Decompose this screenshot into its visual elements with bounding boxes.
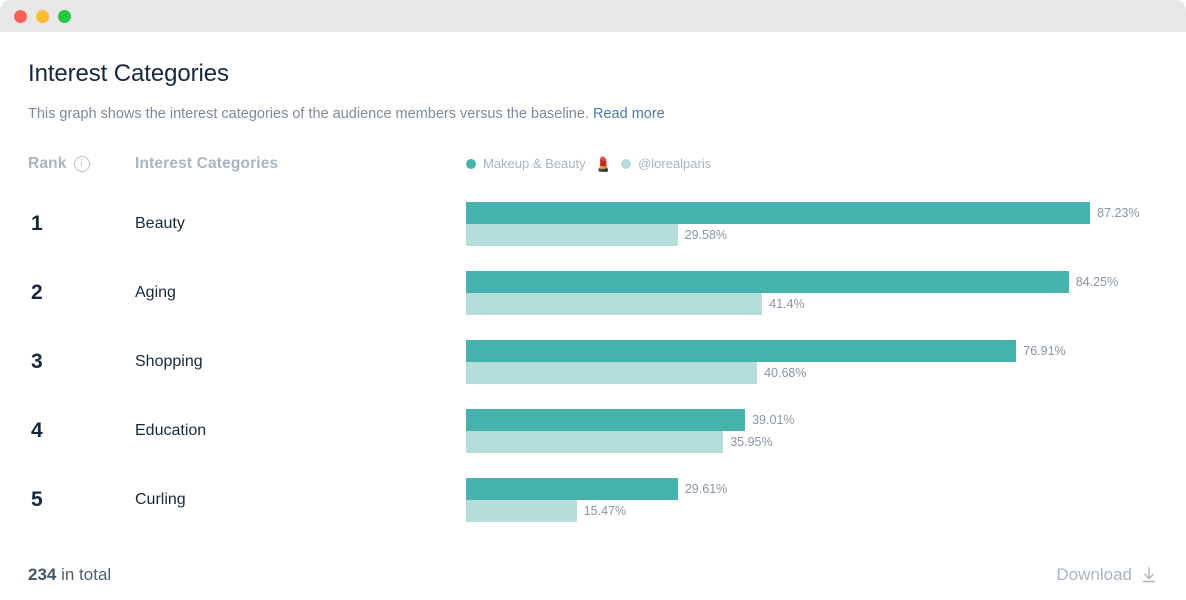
table-row: 3 Shopping 76.91% 40.68% bbox=[28, 328, 1158, 397]
lipstick-icon: 💄 bbox=[594, 155, 613, 172]
download-label: Download bbox=[1056, 565, 1132, 584]
bar-group: 84.25% 41.4% bbox=[466, 271, 1158, 316]
bar-baseline[interactable] bbox=[466, 362, 758, 385]
category-name: Shopping bbox=[135, 353, 203, 371]
category-name: Education bbox=[135, 422, 207, 440]
bar-line-primary: 76.91% bbox=[466, 340, 1158, 363]
legend-swatch-baseline bbox=[621, 158, 632, 169]
window-close-button[interactable] bbox=[14, 9, 27, 23]
total-count-number: 234 bbox=[28, 565, 57, 584]
bar-line-primary: 84.25% bbox=[466, 271, 1158, 294]
legend-item-primary: Makeup & Beauty 💄 bbox=[466, 156, 612, 171]
total-count-suffix: in total bbox=[56, 565, 112, 584]
app-window: Interest Categories This graph shows the… bbox=[0, 0, 1186, 600]
rank-column-label: Rank bbox=[28, 154, 67, 172]
bar-value-label: 87.23% bbox=[1097, 206, 1140, 221]
window-titlebar bbox=[0, 0, 1186, 32]
bar-group: 39.01% 35.95% bbox=[466, 409, 1158, 454]
bar-line-baseline: 41.4% bbox=[466, 293, 1158, 316]
rank-column-header: Rank i bbox=[28, 155, 135, 173]
window-minimize-button[interactable] bbox=[36, 9, 49, 23]
table-row: 4 Education 39.01% 35.95% bbox=[28, 397, 1158, 466]
category-column-header: Interest Categories bbox=[135, 155, 466, 173]
info-icon[interactable]: i bbox=[73, 155, 90, 172]
category-name: Beauty bbox=[135, 215, 185, 233]
bar-value-label: 84.25% bbox=[1075, 275, 1119, 290]
bar-line-primary: 39.01% bbox=[466, 409, 1158, 432]
bar-line-primary: 87.23% bbox=[466, 202, 1158, 225]
bar-baseline[interactable] bbox=[466, 293, 763, 316]
bar-value-label: 29.58% bbox=[684, 228, 728, 243]
page-subtitle: This graph shows the interest categories… bbox=[28, 89, 1158, 124]
interest-rows: 1 Beauty 87.23% 29.58% 2 Aging 84.25% 41.4% 3 Sho… bbox=[28, 190, 1158, 535]
bar-line-baseline: 29.58% bbox=[466, 224, 1158, 247]
category-name: Curling bbox=[135, 491, 186, 509]
legend-label-primary: Makeup & Beauty bbox=[483, 156, 586, 172]
bar-value-label: 41.4% bbox=[769, 297, 805, 312]
bar-primary[interactable] bbox=[466, 202, 1091, 225]
bar-value-label: 40.68% bbox=[764, 366, 807, 381]
rank-value: 2 bbox=[31, 281, 43, 305]
page-title: Interest Categories bbox=[28, 60, 229, 87]
legend-swatch-primary bbox=[466, 158, 476, 169]
bar-primary[interactable] bbox=[466, 478, 678, 501]
bar-line-baseline: 35.95% bbox=[466, 431, 1158, 454]
legend-item-baseline: @lorealparis bbox=[621, 156, 711, 171]
bar-baseline[interactable] bbox=[466, 500, 577, 523]
rank-value: 4 bbox=[31, 419, 43, 443]
bar-baseline[interactable] bbox=[466, 224, 678, 247]
bar-primary[interactable] bbox=[466, 271, 1069, 294]
bar-primary[interactable] bbox=[466, 409, 746, 432]
category-name: Aging bbox=[135, 284, 176, 302]
card-footer: 234 in total Download bbox=[28, 565, 1158, 585]
read-more-link[interactable]: Read more bbox=[593, 106, 665, 122]
legend-label-baseline: @lorealparis bbox=[638, 156, 712, 172]
bar-group: 29.61% 15.47% bbox=[466, 478, 1158, 523]
download-arrow-icon bbox=[1142, 567, 1156, 583]
rank-value: 5 bbox=[31, 488, 43, 512]
category-column-label: Interest Categories bbox=[135, 154, 279, 172]
subtitle-text: This graph shows the interest categories… bbox=[28, 105, 589, 122]
total-count-label: 234 in total bbox=[28, 565, 111, 585]
bar-group: 87.23% 29.58% bbox=[466, 202, 1158, 247]
bar-value-label: 29.61% bbox=[684, 482, 728, 497]
bar-value-label: 76.91% bbox=[1023, 344, 1066, 359]
bar-line-baseline: 15.47% bbox=[466, 500, 1158, 523]
rank-value: 1 bbox=[31, 212, 43, 236]
bar-value-label: 15.47% bbox=[583, 504, 627, 519]
window-maximize-button[interactable] bbox=[58, 9, 71, 23]
table-row: 1 Beauty 87.23% 29.58% bbox=[28, 190, 1158, 259]
chart-legend: Makeup & Beauty 💄 @lorealparis bbox=[466, 156, 711, 171]
download-button[interactable]: Download bbox=[1056, 565, 1158, 585]
bar-line-primary: 29.61% bbox=[466, 478, 1158, 501]
bar-value-label: 39.01% bbox=[752, 413, 795, 428]
bar-value-label: 35.95% bbox=[730, 435, 773, 450]
table-row: 5 Curling 29.61% 15.47% bbox=[28, 466, 1158, 535]
interest-categories-card: Interest Categories This graph shows the… bbox=[0, 32, 1186, 600]
table-row: 2 Aging 84.25% 41.4% bbox=[28, 259, 1158, 328]
bar-primary[interactable] bbox=[466, 340, 1017, 363]
bar-group: 76.91% 40.68% bbox=[466, 340, 1158, 385]
table-header-row: Rank i Interest Categories Makeup & Beau… bbox=[28, 151, 1158, 177]
bar-baseline[interactable] bbox=[466, 431, 724, 454]
bar-line-baseline: 40.68% bbox=[466, 362, 1158, 385]
rank-value: 3 bbox=[31, 350, 43, 374]
